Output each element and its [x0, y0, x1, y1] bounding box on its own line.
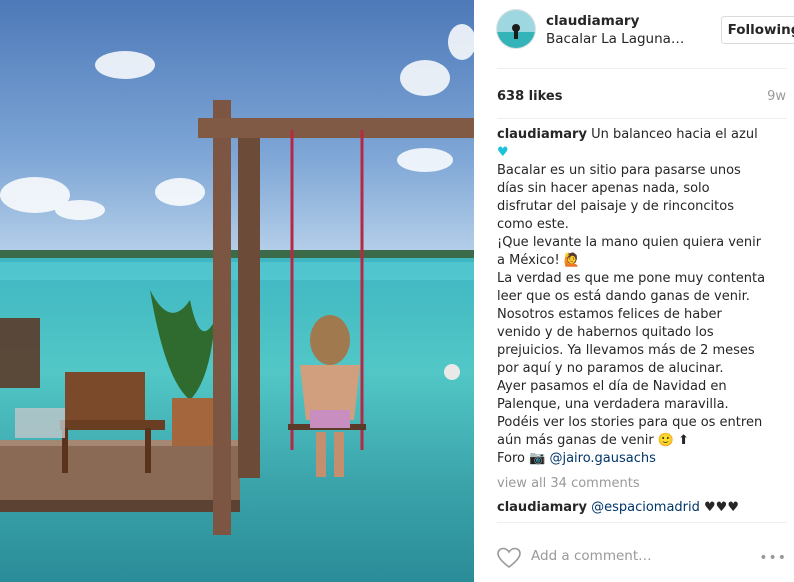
caption-line: Palenque, una verdadera maravilla.: [497, 397, 729, 412]
post-username[interactable]: claudiamary: [546, 13, 639, 29]
caption-line: Bacalar es un sitio para pasarse unos: [497, 163, 741, 178]
avatar[interactable]: [497, 10, 535, 48]
caption-line: leer que os está dando ganas de venir.: [497, 289, 750, 304]
comment-hearts: ♥♥♥: [704, 500, 739, 515]
post-photo[interactable]: [0, 0, 474, 582]
following-button[interactable]: Following: [721, 16, 794, 44]
view-all-comments-link[interactable]: view all 34 comments: [497, 476, 640, 491]
divider: [497, 68, 787, 69]
caption-line: Ayer pasamos el día de Navidad en: [497, 379, 727, 394]
post-header: claudiamary Bacalar La Laguna… Following: [497, 10, 794, 50]
comment-username[interactable]: claudiamary: [497, 500, 587, 515]
caption-line: prejuicios. Ya llevamos más de 2 meses: [497, 343, 755, 358]
caption-line: por aquí y no paramos de alucinar.: [497, 361, 724, 376]
caption-line: aún más ganas de venir 🙂 ⬆: [497, 433, 690, 448]
caption-line: Podéis ver los stories para que os entre…: [497, 415, 763, 430]
caption-line: ¡Que levante la mano quien quiera venir: [497, 235, 762, 250]
caption-first-line: claudiamary Un balanceo hacia el azul: [497, 126, 787, 144]
caption-title: Un balanceo hacia el azul: [591, 127, 758, 142]
divider: [497, 522, 787, 523]
blue-heart-icon: ♥: [497, 145, 509, 160]
post-caption: claudiamary Un balanceo hacia el azul ♥ …: [497, 126, 787, 468]
comment-item: claudiamary @espaciomadrid ♥♥♥: [497, 500, 739, 515]
post-time[interactable]: 9w: [767, 89, 786, 104]
add-comment-input[interactable]: [531, 548, 731, 564]
caption-line: como este.: [497, 217, 569, 232]
caption-line: La verdad es que me pone muy contenta: [497, 271, 766, 286]
caption-line: a México! 🙋: [497, 253, 581, 268]
caption-line: venido y de habernos quitado los: [497, 325, 714, 340]
caption-photo-credit-line: Foro 📷 @jairo.gausachs: [497, 450, 787, 468]
more-options-icon[interactable]: •••: [759, 550, 787, 566]
heart-outline-icon[interactable]: [497, 547, 521, 573]
caption-username[interactable]: claudiamary: [497, 127, 587, 142]
post-sidebar: claudiamary Bacalar La Laguna… Following…: [474, 0, 794, 582]
post-location[interactable]: Bacalar La Laguna…: [546, 31, 684, 47]
caption-line: Nosotros estamos felices de haber: [497, 307, 722, 322]
add-comment-row: •••: [497, 544, 787, 570]
caption-line: disfrutar del paisaje y de rinconcitos: [497, 199, 734, 214]
caption-line: días sin hacer apenas nada, solo: [497, 181, 710, 196]
comment-mention-link[interactable]: @espaciomadrid: [591, 500, 700, 515]
divider: [497, 118, 787, 119]
likes-count[interactable]: 638 likes: [497, 89, 562, 104]
post-image: [0, 0, 474, 582]
photo-credit-link[interactable]: @jairo.gausachs: [549, 451, 655, 466]
photo-credit-prefix: Foro 📷: [497, 451, 546, 466]
